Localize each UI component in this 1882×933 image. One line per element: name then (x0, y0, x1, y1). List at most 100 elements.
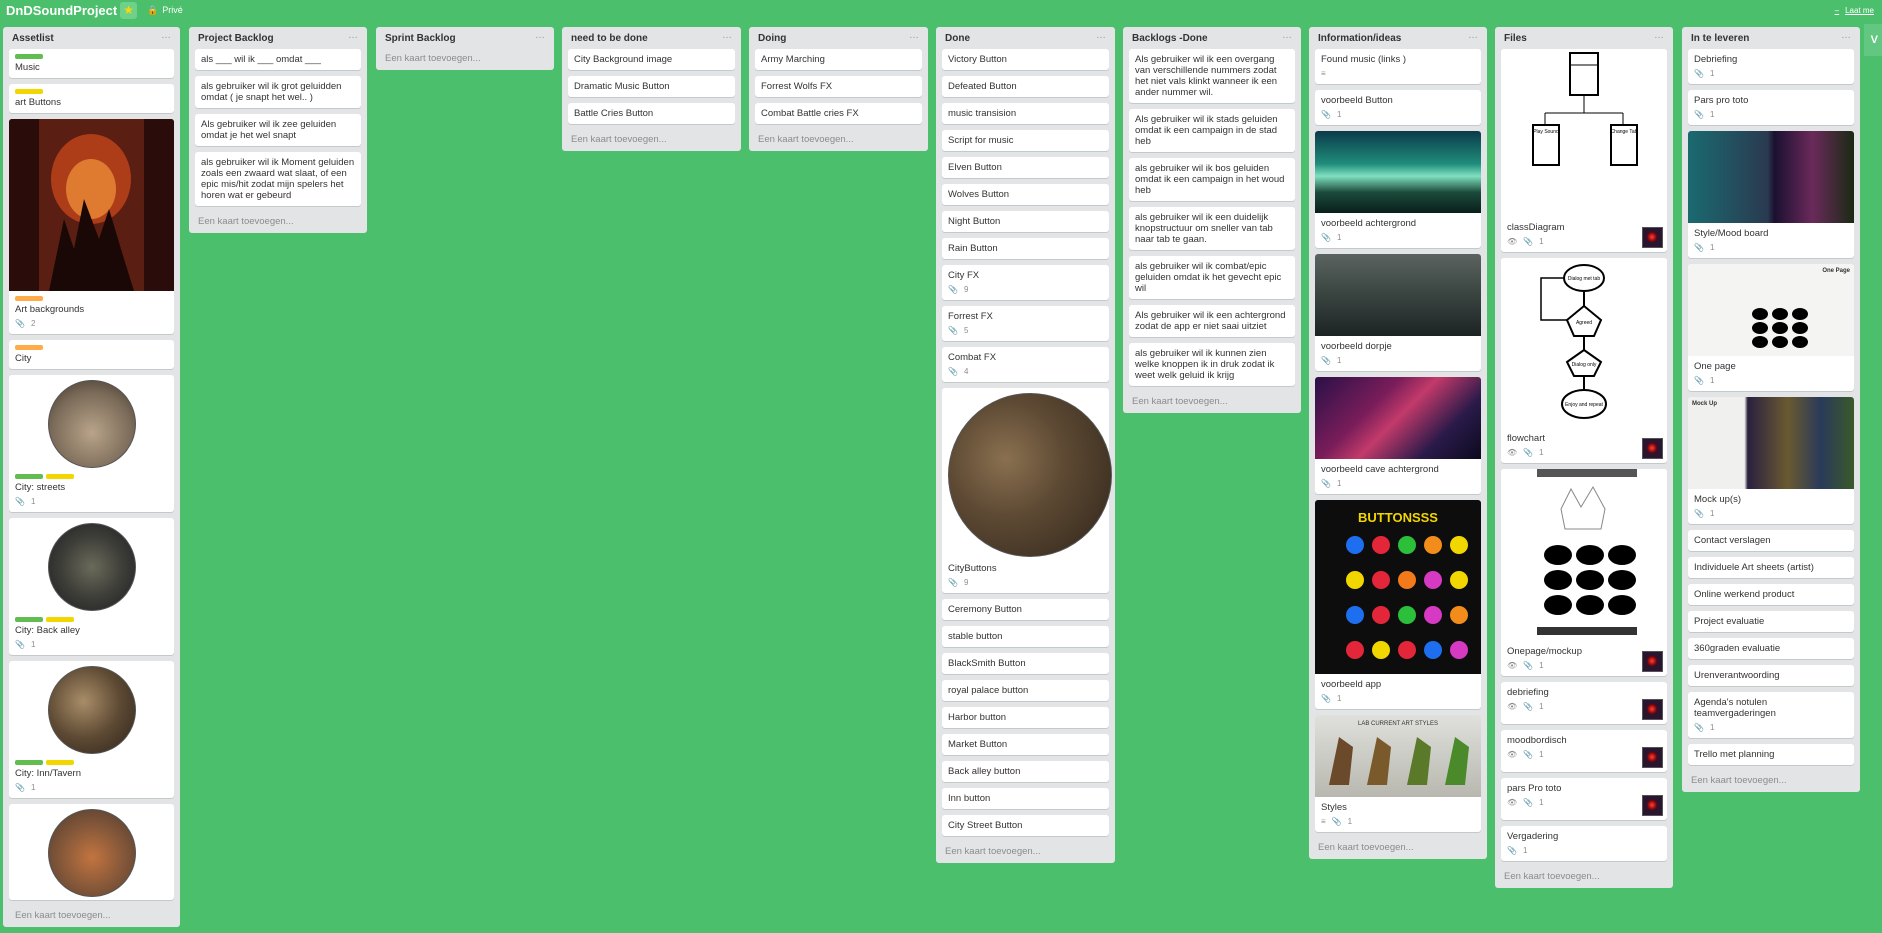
card-inn-button[interactable]: Inn button (942, 788, 1109, 809)
card-backlog-knopstructuur[interactable]: als gebruiker wil ik een duidelijk knops… (1129, 207, 1295, 250)
card-agenda-notulen[interactable]: Agenda's notulen teamvergaderingen 📎 1 (1688, 692, 1854, 738)
card-city[interactable]: City (9, 340, 174, 369)
card-rain-button[interactable]: Rain Button (942, 238, 1109, 259)
card-onepage-mockup[interactable]: Onepage/mockup 👁 📎 1 (1501, 469, 1667, 676)
card-backlog-knoppen[interactable]: als gebruiker wil ik kunnen zien welke k… (1129, 343, 1295, 386)
list-menu-icon[interactable]: … (161, 30, 171, 41)
card-individuele-art-sheets[interactable]: Individuele Art sheets (artist) (1688, 557, 1854, 578)
list-menu-icon[interactable]: … (1282, 30, 1292, 41)
list-menu-icon[interactable]: … (909, 30, 919, 41)
card-voorbeeld-button[interactable]: voorbeeld Button 📎 1 (1315, 90, 1481, 125)
visibility-button[interactable]: 🔒 Privé (147, 5, 183, 16)
list-title[interactable]: Information/ideas (1318, 33, 1401, 44)
show-menu-link[interactable]: – Laat me (1835, 6, 1874, 15)
list-title[interactable]: need to be done (571, 33, 648, 44)
add-card-link[interactable]: Een kaart toevoegen... (755, 130, 922, 151)
card-music-transision[interactable]: music transision (942, 103, 1109, 124)
card-backlog-stads[interactable]: Als gebruiker wil ik stads geluiden omda… (1129, 109, 1295, 152)
add-card-link[interactable]: Een kaart toevoegen... (568, 130, 735, 151)
list-title[interactable]: Files (1504, 33, 1527, 44)
card-city-background-image[interactable]: City Background image (568, 49, 735, 70)
list-menu-icon[interactable]: … (535, 30, 545, 41)
card-urenverantwoording[interactable]: Urenverantwoording (1688, 665, 1854, 686)
card-online-werkend-product[interactable]: Online werkend product (1688, 584, 1854, 605)
member-avatar[interactable] (1642, 699, 1663, 720)
card-blacksmith-button[interactable]: BlackSmith Button (942, 653, 1109, 674)
add-card-link[interactable]: Een kaart toevoegen... (382, 49, 548, 70)
add-card-link[interactable]: Een kaart toevoegen... (12, 906, 114, 927)
list-menu-icon[interactable]: … (1096, 30, 1106, 41)
card-contact-verslagen[interactable]: Contact verslagen (1688, 530, 1854, 551)
card-night-button[interactable]: Night Button (942, 211, 1109, 232)
card-360graden-evaluatie[interactable]: 360graden evaluatie (1688, 638, 1854, 659)
list-menu-icon[interactable]: … (1468, 30, 1478, 41)
card-city-fx[interactable]: City FX 📎 9 (942, 265, 1109, 300)
card-art-backgrounds[interactable]: Art backgrounds 📎 2 (9, 119, 174, 334)
list-menu-icon[interactable]: … (1841, 30, 1851, 41)
card-combat-battle-cries-fx[interactable]: Combat Battle cries FX (755, 103, 922, 124)
add-card-link[interactable]: Een kaart toevoegen... (1315, 838, 1481, 859)
card-market-button[interactable]: Market Button (942, 734, 1109, 755)
card-forrest-fx[interactable]: Forrest FX 📎 5 (942, 306, 1109, 341)
card-mock-ups[interactable]: Mock Up Mock up(s) 📎 1 (1688, 397, 1854, 524)
card-pars-pro-toto[interactable]: pars Pro toto 👁 📎 1 (1501, 778, 1667, 820)
list-title[interactable]: Project Backlog (198, 33, 274, 44)
card-music[interactable]: Music (9, 49, 174, 78)
card-vergadering[interactable]: Vergadering 📎 1 (1501, 826, 1667, 861)
side-panel-button[interactable]: V (1864, 24, 1882, 56)
card-backlog-template[interactable]: als ___ wil ik ___ omdat ___ (195, 49, 361, 70)
card-city-street-button[interactable]: City Street Button (942, 815, 1109, 836)
add-card-link[interactable]: Een kaart toevoegen... (1501, 867, 1667, 888)
card-elven-button[interactable]: Elven Button (942, 157, 1109, 178)
card-backlog-overgang[interactable]: Als gebruiker wil ik een overgang van ve… (1129, 49, 1295, 103)
card-art-buttons[interactable]: art Buttons (9, 84, 174, 113)
card-back-alley-button[interactable]: Back alley button (942, 761, 1109, 782)
card-backlog-cave[interactable]: als gebruiker wil ik grot geluidden omda… (195, 76, 361, 108)
card-voorbeeld-achtergrond[interactable]: voorbeeld achtergrond 📎 1 (1315, 131, 1481, 248)
card-combat-fx[interactable]: Combat FX 📎 4 (942, 347, 1109, 382)
card-city-inn[interactable]: City: Inn/Tavern 📎 1 (9, 661, 174, 798)
card-stable-button[interactable]: stable button (942, 626, 1109, 647)
card-forrest-wolfs-fx[interactable]: Forrest Wolfs FX (755, 76, 922, 97)
card-battle-cries-button[interactable]: Battle Cries Button (568, 103, 735, 124)
card-backlog-moment[interactable]: als gebruiker wil ik Moment geluiden zoa… (195, 152, 361, 206)
star-icon[interactable]: ★ (120, 2, 137, 19)
list-title[interactable]: Assetlist (12, 33, 54, 44)
member-avatar[interactable] (1642, 438, 1663, 459)
card-city-streets[interactable]: City: streets 📎 1 (9, 375, 174, 512)
member-avatar[interactable] (1642, 651, 1663, 672)
card-city-partial[interactable] (9, 804, 174, 900)
card-voorbeeld-dorpje[interactable]: voorbeeld dorpje 📎 1 (1315, 254, 1481, 371)
card-pars-pro-toto-deliverable[interactable]: Pars pro toto 📎 1 (1688, 90, 1854, 125)
list-title[interactable]: Done (945, 33, 970, 44)
card-one-page[interactable]: One Page One page 📎 1 (1688, 264, 1854, 391)
card-class-diagram[interactable]: Play Sound Change Tab classDiagram 👁 📎 1 (1501, 49, 1667, 252)
board-title[interactable]: DnDSoundProject (6, 3, 117, 18)
list-menu-icon[interactable]: … (722, 30, 732, 41)
add-card-link[interactable]: Een kaart toevoegen... (195, 212, 361, 233)
card-city-back-alley[interactable]: City: Back alley 📎 1 (9, 518, 174, 655)
list-menu-icon[interactable]: … (348, 30, 358, 41)
list-title[interactable]: Sprint Backlog (385, 33, 456, 44)
list-title[interactable]: In te leveren (1691, 33, 1749, 44)
card-backlog-bos[interactable]: als gebruiker wil ik bos geluiden omdat … (1129, 158, 1295, 201)
card-dramatic-music-button[interactable]: Dramatic Music Button (568, 76, 735, 97)
add-card-link[interactable]: Een kaart toevoegen... (1129, 392, 1295, 413)
card-backlog-achtergrond[interactable]: Als gebruiker wil ik een achtergrond zod… (1129, 305, 1295, 337)
card-project-evaluatie[interactable]: Project evaluatie (1688, 611, 1854, 632)
card-debriefing-deliverable[interactable]: Debriefing 📎 1 (1688, 49, 1854, 84)
card-harbor-button[interactable]: Harbor button (942, 707, 1109, 728)
card-backlog-combat[interactable]: als gebruiker wil ik combat/epic geluide… (1129, 256, 1295, 299)
list-menu-icon[interactable]: … (1654, 30, 1664, 41)
card-script-for-music[interactable]: Script for music (942, 130, 1109, 151)
card-victory-button[interactable]: Victory Button (942, 49, 1109, 70)
card-army-marching[interactable]: Army Marching (755, 49, 922, 70)
card-ceremony-button[interactable]: Ceremony Button (942, 599, 1109, 620)
card-voorbeeld-app[interactable]: BUTTONSSS voorbeeld app 📎 1 (1315, 500, 1481, 709)
list-title[interactable]: Backlogs -Done (1132, 33, 1208, 44)
member-avatar[interactable] (1642, 795, 1663, 816)
card-trello-met-planning[interactable]: Trello met planning (1688, 744, 1854, 765)
list-title[interactable]: Doing (758, 33, 786, 44)
card-backlog-sea[interactable]: Als gebruiker wil ik zee geluiden omdat … (195, 114, 361, 146)
add-card-link[interactable]: Een kaart toevoegen... (1688, 771, 1854, 792)
